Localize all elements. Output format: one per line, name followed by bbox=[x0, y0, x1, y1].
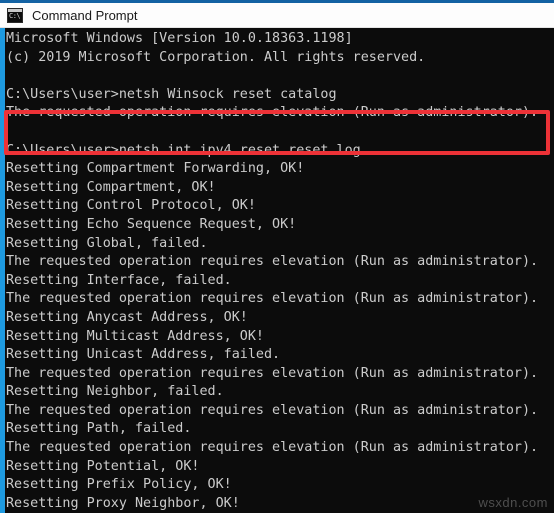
terminal-line: Resetting Unicast Address, failed. bbox=[6, 347, 281, 363]
terminal-line: Resetting Anycast Address, OK! bbox=[6, 309, 248, 325]
window-title: Command Prompt bbox=[32, 7, 138, 23]
terminal-line: (c) 2019 Microsoft Corporation. All righ… bbox=[6, 49, 426, 65]
terminal-line: Resetting Global, failed. bbox=[6, 235, 208, 251]
terminal-line: Resetting Proxy Neighbor, OK! bbox=[6, 495, 240, 511]
terminal-line: The requested operation requires elevati… bbox=[6, 105, 539, 121]
terminal-line: Resetting Multicast Address, OK! bbox=[6, 328, 264, 344]
terminal-line: Resetting Prefix Policy, OK! bbox=[6, 477, 232, 493]
terminal-line: Resetting Potential, OK! bbox=[6, 458, 200, 474]
command-prompt-window: C:\ Command Prompt Microsoft Windows [Ve… bbox=[0, 0, 554, 513]
icon-prompt-glyph: C:\ bbox=[9, 11, 21, 20]
terminal-line: The requested operation requires elevati… bbox=[6, 402, 539, 418]
terminal-line: The requested operation requires elevati… bbox=[6, 254, 539, 270]
terminal-line: The requested operation requires elevati… bbox=[6, 291, 539, 307]
console-output-area[interactable]: Microsoft Windows [Version 10.0.18363.11… bbox=[0, 28, 554, 513]
console-left-accent-strip bbox=[0, 28, 5, 513]
terminal-line: Resetting Echo Sequence Request, OK! bbox=[6, 216, 297, 232]
terminal-text: Microsoft Windows [Version 10.0.18363.11… bbox=[6, 30, 554, 513]
terminal-line: C:\Users\user>netsh Winsock reset catalo… bbox=[6, 86, 337, 102]
terminal-line: Resetting Neighbor, failed. bbox=[6, 384, 224, 400]
terminal-line: C:\Users\user>netsh int ipv4 reset reset… bbox=[6, 142, 361, 158]
terminal-line: Microsoft Windows [Version 10.0.18363.11… bbox=[6, 31, 353, 46]
window-titlebar[interactable]: C:\ Command Prompt bbox=[0, 3, 554, 28]
command-prompt-icon: C:\ bbox=[7, 7, 23, 23]
terminal-line: Resetting Compartment, OK! bbox=[6, 179, 216, 195]
terminal-line: Resetting Path, failed. bbox=[6, 421, 192, 437]
terminal-line: Resetting Control Protocol, OK! bbox=[6, 198, 256, 214]
terminal-line: Resetting Interface, failed. bbox=[6, 272, 232, 288]
terminal-line: Resetting Compartment Forwarding, OK! bbox=[6, 161, 305, 177]
watermark-label: wsxdn.com bbox=[478, 495, 548, 510]
terminal-line: The requested operation requires elevati… bbox=[6, 440, 539, 456]
terminal-line: The requested operation requires elevati… bbox=[6, 365, 539, 381]
